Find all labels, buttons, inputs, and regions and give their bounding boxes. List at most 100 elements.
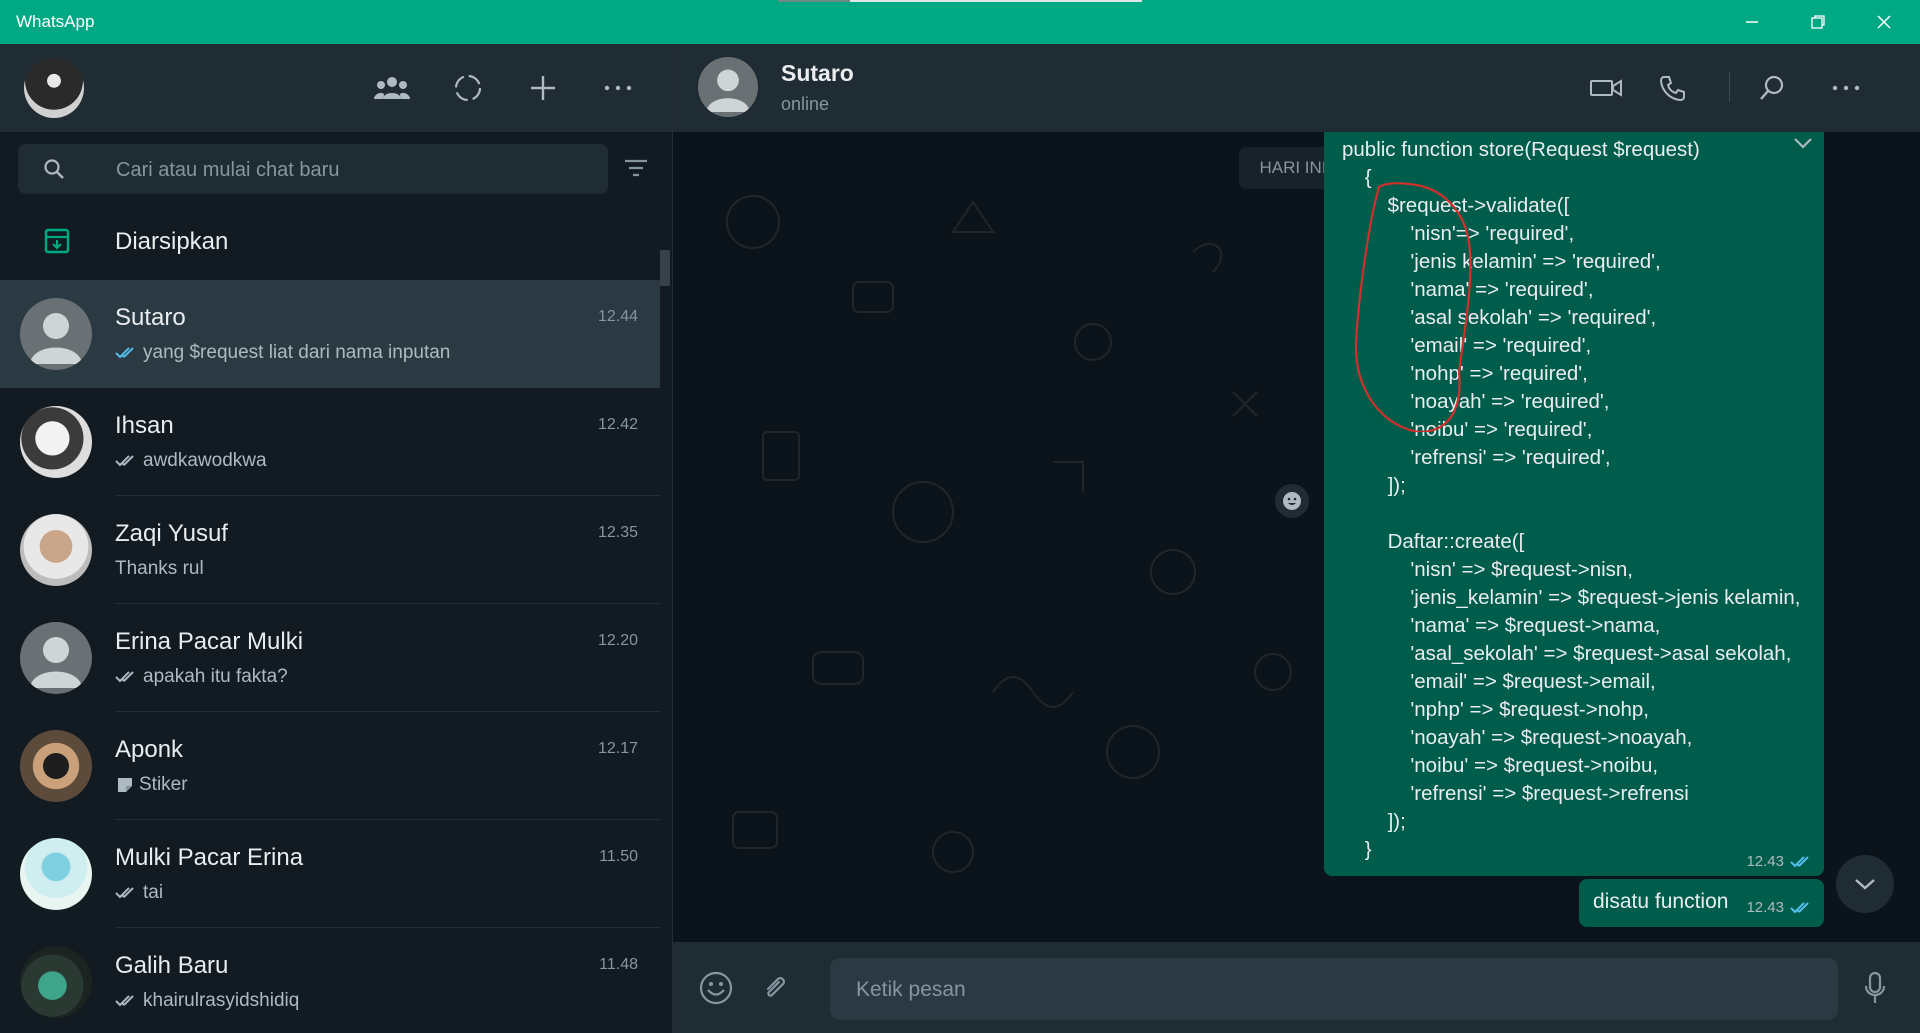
phone-icon <box>1659 76 1685 102</box>
code-line: 'noibu' => $request->noibu, <box>1342 754 1659 777</box>
code-line: 'noayah' => 'required', <box>1342 390 1610 413</box>
chat-item-galih-baru[interactable]: Galih Baru 11.48 khairulrasyidshidiq <box>0 928 660 1033</box>
sidebar-header <box>0 44 672 132</box>
contact-avatar[interactable] <box>698 57 758 117</box>
chat-preview-text: yang $request liat dari nama inputan <box>143 342 451 363</box>
archived-row[interactable]: Diarsipkan <box>0 204 660 280</box>
chat-item-aponk[interactable]: Aponk 12.17 Stiker <box>0 712 660 820</box>
search-box <box>18 144 608 196</box>
video-camera-icon <box>1590 79 1622 97</box>
menu-icon <box>1832 85 1860 91</box>
menu-icon <box>604 85 632 91</box>
chat-preview: awdkawodkwa <box>115 450 267 472</box>
code-line: 'jenis kelamin' => 'required', <box>1342 250 1661 273</box>
chat-preview-text: apakah itu fakta? <box>143 666 288 687</box>
chat-item-ihsan[interactable]: Ihsan 12.42 awdkawodkwa <box>0 388 660 496</box>
header-separator <box>1729 72 1730 102</box>
code-line: { <box>1342 166 1372 189</box>
chat-time: 12.42 <box>597 416 638 433</box>
status-icon <box>454 74 482 102</box>
default-avatar-icon <box>30 313 82 364</box>
minimize-button[interactable] <box>1716 0 1788 44</box>
video-call-button[interactable] <box>1584 66 1628 110</box>
chat-time: 12.44 <box>597 308 638 325</box>
code-line: 'refrensi' => 'required', <box>1342 446 1611 469</box>
chat-time: 12.35 <box>597 524 638 541</box>
double-check-icon <box>115 347 134 359</box>
search-row <box>0 132 672 204</box>
code-line: 'nphp' => $request->nohp, <box>1342 698 1649 721</box>
read-receipt-icon <box>1790 855 1809 867</box>
loading-bar-segment <box>778 0 850 2</box>
chat-preview-text: Thanks rul <box>115 558 204 579</box>
chat-preview-text: khairulrasyidshidiq <box>143 990 300 1011</box>
search-icon[interactable] <box>42 157 66 181</box>
chat-preview: tai <box>115 882 163 904</box>
community-icon <box>374 77 410 99</box>
community-button[interactable] <box>370 66 414 110</box>
code-line: 'email' => $request->email, <box>1342 670 1656 693</box>
voice-call-button[interactable] <box>1651 66 1695 110</box>
conversation-panel: Sutaro online HARI INI public function s… <box>673 44 1920 1033</box>
conversation-menu-button[interactable] <box>1824 66 1868 110</box>
chat-preview-text: tai <box>143 882 164 903</box>
chat-name: Sutaro <box>115 304 186 331</box>
message-time: 12.43 <box>1746 853 1784 870</box>
message-area: HARI INI public function store(Request $… <box>673 132 1920 942</box>
new-chat-icon <box>531 76 555 100</box>
sidebar-scrollbar[interactable] <box>660 250 670 286</box>
new-chat-button[interactable] <box>521 66 565 110</box>
close-button[interactable] <box>1848 0 1920 44</box>
conversation-header: Sutaro online <box>673 44 1920 132</box>
react-button[interactable] <box>1275 484 1309 518</box>
profile-avatar[interactable] <box>24 58 84 118</box>
chat-preview: yang $request liat dari nama inputan <box>115 342 450 364</box>
code-line: ]); <box>1342 474 1406 497</box>
archived-label: Diarsipkan <box>115 228 229 255</box>
status-button[interactable] <box>446 66 490 110</box>
contact-name[interactable]: Sutaro <box>781 60 854 87</box>
text-message-bubble[interactable]: disatu function 12.43 <box>1579 879 1824 927</box>
code-line: Daftar::create([ <box>1342 530 1525 553</box>
scroll-to-bottom-button[interactable] <box>1836 855 1894 913</box>
chat-item-mulki-pacar-erina[interactable]: Mulki Pacar Erina 11.50 tai <box>0 820 660 928</box>
chat-list: Sutaro 12.44 yang $request liat dari nam… <box>0 280 660 1033</box>
code-line: 'nisn'=> 'required', <box>1342 222 1575 245</box>
attach-button[interactable] <box>754 966 798 1010</box>
emoji-button[interactable] <box>694 966 738 1010</box>
chat-preview: Stiker <box>115 774 188 796</box>
avatar <box>20 622 92 694</box>
avatar <box>20 298 92 370</box>
title-bar: WhatsApp <box>0 0 1920 44</box>
avatar <box>20 730 92 802</box>
chat-item-zaqi-yusuf[interactable]: Zaqi Yusuf 12.35 Thanks rul <box>0 496 660 604</box>
message-meta: 12.43 <box>1746 899 1814 916</box>
voice-message-button[interactable] <box>1853 966 1897 1010</box>
message-meta: 12.43 <box>1746 853 1814 870</box>
code-line: 'asal_sekolah' => $request->asal sekolah… <box>1342 642 1792 665</box>
microphone-icon <box>1864 971 1886 1003</box>
chat-preview: khairulrasyidshidiq <box>115 990 299 1012</box>
code-line: 'nama' => 'required', <box>1342 278 1594 301</box>
message-input[interactable] <box>854 958 1818 1022</box>
search-input[interactable] <box>114 144 598 196</box>
emoji-icon <box>699 971 733 1005</box>
chat-item-sutaro[interactable]: Sutaro 12.44 yang $request liat dari nam… <box>0 280 660 388</box>
code-line: 'email' => 'required', <box>1342 334 1592 357</box>
minimize-icon <box>1746 21 1758 23</box>
code-message-bubble[interactable]: public function store(Request $request) … <box>1324 132 1824 876</box>
avatar <box>20 514 92 586</box>
smiley-icon <box>1283 492 1301 510</box>
filter-icon[interactable] <box>624 158 648 178</box>
sidebar-menu-button[interactable] <box>596 66 640 110</box>
chevron-down-icon <box>1855 879 1875 890</box>
avatar <box>20 946 92 1018</box>
chevron-down-icon[interactable] <box>1792 136 1814 150</box>
chat-time: 11.48 <box>599 956 638 973</box>
search-messages-button[interactable] <box>1750 66 1794 110</box>
restore-button[interactable] <box>1782 0 1854 44</box>
code-line: 'nama' => $request->nama, <box>1342 614 1661 637</box>
chat-item-erina-pacar-mulki[interactable]: Erina Pacar Mulki 12.20 apakah itu fakta… <box>0 604 660 712</box>
contact-status: online <box>781 94 830 114</box>
chat-preview-text: awdkawodkwa <box>143 450 267 471</box>
